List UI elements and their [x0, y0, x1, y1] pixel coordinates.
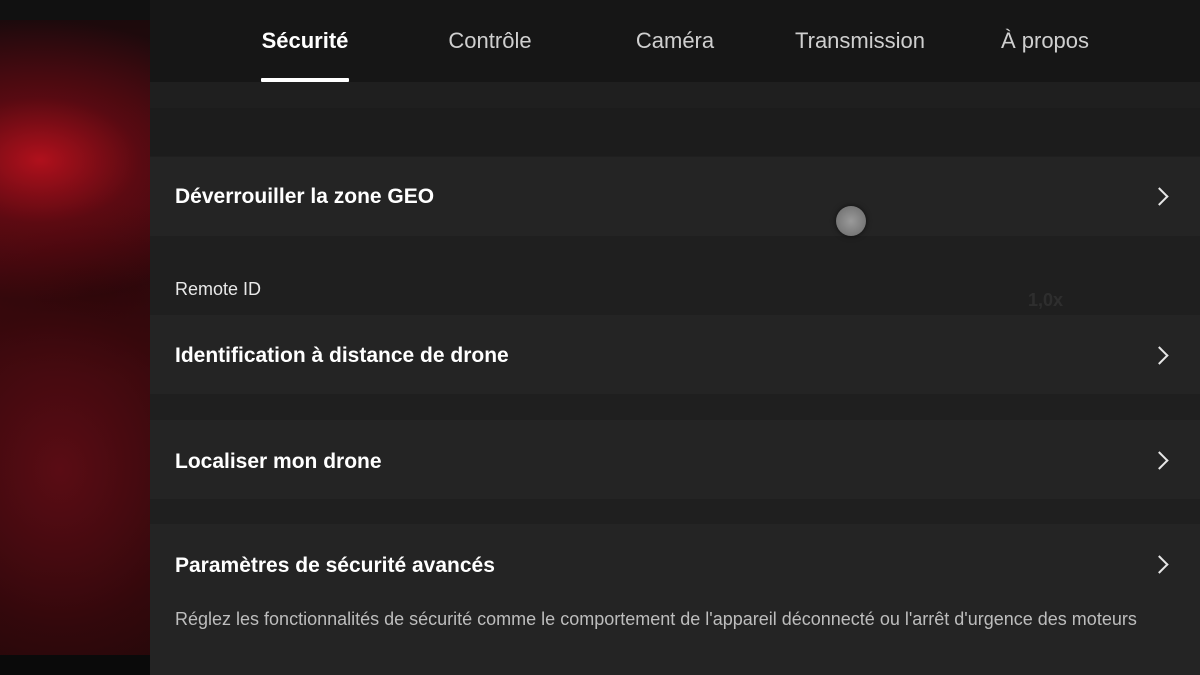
- advanced-safety-label: Paramètres de sécurité avancés: [175, 554, 495, 577]
- settings-panel: 1,0x AF Sécurité Contrôle Caméra Transmi…: [150, 0, 1200, 675]
- feed-top-bar: [0, 0, 150, 20]
- tab-controle[interactable]: Contrôle: [395, 0, 585, 82]
- chevron-right-icon: [1150, 555, 1169, 574]
- tab-label: Transmission: [795, 28, 925, 53]
- active-tab-underline: [261, 78, 349, 82]
- tab-label: À propos: [1000, 28, 1090, 53]
- advanced-safety-description: Réglez les fonctionnalités de sécurité c…: [175, 609, 1137, 629]
- tab-label: Caméra: [635, 28, 715, 53]
- find-drone-row[interactable]: Localiser mon drone: [150, 420, 1200, 499]
- tab-camera[interactable]: Caméra: [580, 0, 770, 82]
- advanced-safety-row[interactable]: Paramètres de sécurité avancés Réglez le…: [150, 524, 1200, 675]
- zoom-indicator-ghost: 1,0x: [1028, 290, 1064, 310]
- remote-id-section-label: Remote ID: [175, 279, 262, 299]
- tab-a-propos[interactable]: À propos: [950, 0, 1140, 82]
- feed-bottom-bar: [0, 655, 150, 675]
- tab-label: Sécurité: [261, 28, 349, 53]
- tab-label: Contrôle: [448, 28, 532, 53]
- remote-id-row[interactable]: Identification à distance de drone: [150, 315, 1200, 394]
- geo-unlock-label: Déverrouiller la zone GEO: [175, 185, 435, 208]
- remote-id-label: Identification à distance de drone: [175, 344, 509, 367]
- chevron-right-icon: [1150, 187, 1169, 206]
- chevron-right-icon: [1150, 346, 1169, 365]
- settings-tab-bar: Sécurité Contrôle Caméra Transmission À …: [150, 0, 1200, 82]
- tab-transmission[interactable]: Transmission: [765, 0, 955, 82]
- section-spacer: [150, 108, 1200, 156]
- tab-securite[interactable]: Sécurité: [210, 0, 400, 82]
- chevron-right-icon: [1150, 451, 1169, 470]
- touch-indicator: [836, 206, 866, 236]
- find-drone-label: Localiser mon drone: [175, 450, 382, 473]
- geo-unlock-row[interactable]: Déverrouiller la zone GEO: [150, 157, 1200, 236]
